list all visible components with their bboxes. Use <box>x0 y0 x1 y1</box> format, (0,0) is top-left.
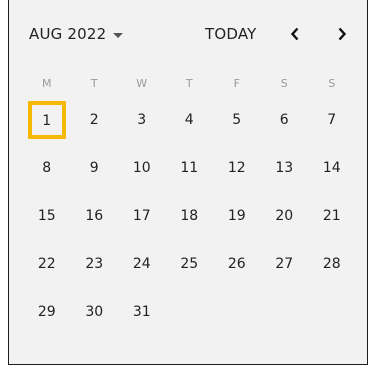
weekday-label: S <box>280 77 288 90</box>
month-year-dropdown[interactable]: AUG 2022 <box>29 25 124 43</box>
day-cell[interactable]: 26 <box>213 247 261 281</box>
day-cell[interactable]: 15 <box>23 199 71 233</box>
day-cell[interactable]: 14 <box>308 151 356 185</box>
day-cell[interactable]: 27 <box>261 247 309 281</box>
day-cell[interactable]: 28 <box>308 247 356 281</box>
week-row: 8 9 10 11 12 13 14 <box>23 144 366 192</box>
day-cell-empty <box>166 295 214 329</box>
day-cell[interactable]: 30 <box>71 295 119 329</box>
day-cell[interactable]: 18 <box>166 199 214 233</box>
day-cell[interactable]: 23 <box>71 247 119 281</box>
day-cell[interactable]: 11 <box>166 151 214 185</box>
day-cell-empty <box>308 295 356 329</box>
day-cell[interactable]: 20 <box>261 199 309 233</box>
day-cell[interactable]: 5 <box>213 103 261 137</box>
day-cell[interactable]: 19 <box>213 199 261 233</box>
day-cell[interactable]: 7 <box>308 103 356 137</box>
month-year-label: AUG 2022 <box>29 25 107 43</box>
weekday-label: T <box>185 77 193 90</box>
weekday-label: F <box>233 77 240 90</box>
week-row: 29 30 31 <box>23 288 366 336</box>
day-cell[interactable]: 25 <box>166 247 214 281</box>
next-month-button[interactable] <box>329 21 355 47</box>
caret-down-icon <box>113 32 124 38</box>
weekday-label: W <box>136 77 148 90</box>
chevron-right-icon <box>338 27 347 41</box>
day-cell[interactable]: 21 <box>308 199 356 233</box>
week-row: 1 2 3 4 5 6 7 <box>23 96 366 144</box>
day-cell[interactable]: 29 <box>23 295 71 329</box>
day-cell[interactable]: 3 <box>118 103 166 137</box>
day-cell[interactable]: 31 <box>118 295 166 329</box>
day-cell[interactable]: 16 <box>71 199 119 233</box>
calendar-header: AUG 2022 TODAY <box>9 18 369 52</box>
calendar-grid: M T W T F S S 1 2 3 4 5 6 7 8 9 10 11 12… <box>23 72 366 336</box>
weekday-label: T <box>90 77 98 90</box>
day-cell[interactable]: 2 <box>71 103 119 137</box>
day-cell[interactable]: 8 <box>23 151 71 185</box>
day-cell[interactable]: 10 <box>118 151 166 185</box>
weekday-header-row: M T W T F S S <box>23 72 366 96</box>
day-cell[interactable]: 13 <box>261 151 309 185</box>
day-cell-empty <box>213 295 261 329</box>
chevron-left-icon <box>290 27 299 41</box>
calendar-widget: AUG 2022 TODAY M T W T F S S 1 2 3 4 5 6… <box>8 0 368 365</box>
day-cell-selected[interactable]: 1 <box>27 101 66 139</box>
day-cell[interactable]: 17 <box>118 199 166 233</box>
day-cell[interactable]: 9 <box>71 151 119 185</box>
day-cell[interactable]: 12 <box>213 151 261 185</box>
day-cell-empty <box>261 295 309 329</box>
day-cell[interactable]: 4 <box>166 103 214 137</box>
previous-month-button[interactable] <box>282 21 308 47</box>
weekday-label: M <box>42 77 52 90</box>
day-cell[interactable]: 6 <box>261 103 309 137</box>
weekday-label: S <box>328 77 336 90</box>
day-cell[interactable]: 24 <box>118 247 166 281</box>
today-button[interactable]: TODAY <box>205 25 257 43</box>
week-row: 22 23 24 25 26 27 28 <box>23 240 366 288</box>
day-cell[interactable]: 22 <box>23 247 71 281</box>
week-row: 15 16 17 18 19 20 21 <box>23 192 366 240</box>
